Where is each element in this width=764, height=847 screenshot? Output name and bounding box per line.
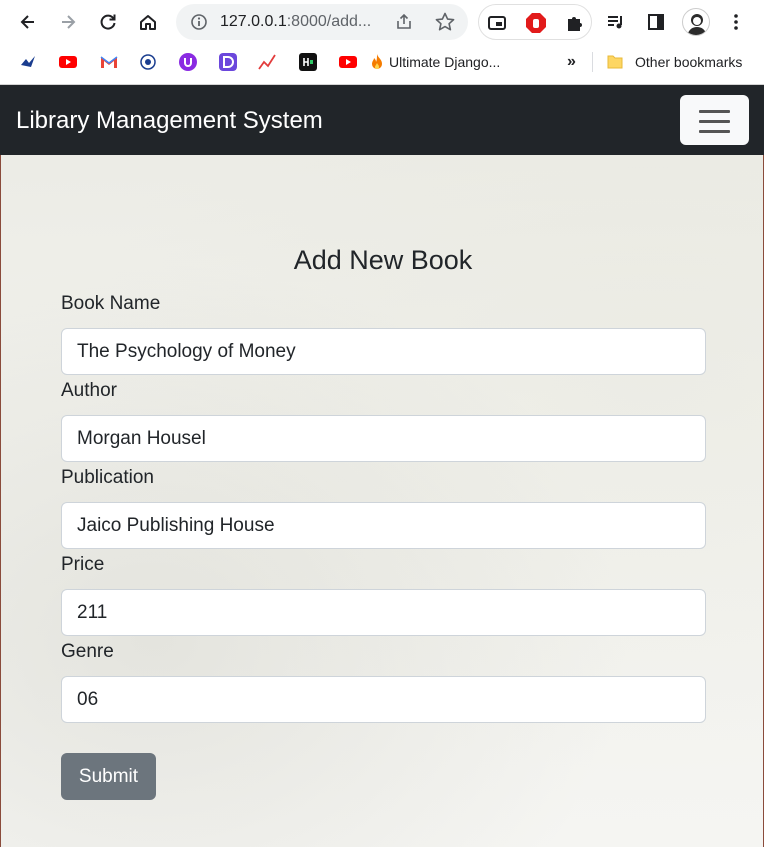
bookmark-item[interactable] bbox=[19, 51, 37, 73]
media-control-button[interactable] bbox=[600, 6, 632, 38]
gmail-icon bbox=[100, 56, 118, 68]
price-label: Price bbox=[61, 554, 105, 575]
side-panel-icon bbox=[648, 14, 664, 30]
site-icon bbox=[21, 56, 35, 67]
reload-button[interactable] bbox=[92, 6, 124, 38]
site-icon bbox=[140, 54, 156, 70]
bookmark-item[interactable] bbox=[59, 51, 77, 73]
share-icon[interactable] bbox=[394, 12, 414, 32]
youtube-icon bbox=[339, 56, 357, 68]
adblock-icon[interactable] bbox=[525, 12, 547, 34]
bookmark-item[interactable] bbox=[339, 51, 357, 73]
genre-label: Genre bbox=[61, 641, 114, 662]
forward-arrow-icon bbox=[62, 15, 76, 29]
bookmark-item[interactable] bbox=[258, 51, 276, 73]
folder-icon bbox=[607, 55, 623, 69]
reload-icon bbox=[100, 14, 116, 30]
address-bar[interactable]: 127.0.0.1:8000/add... bbox=[176, 4, 468, 40]
back-arrow-icon bbox=[20, 15, 34, 29]
profile-avatar[interactable] bbox=[682, 8, 710, 36]
genre-input[interactable] bbox=[61, 676, 706, 723]
navbar-brand[interactable]: Library Management System bbox=[16, 85, 323, 155]
publication-input[interactable] bbox=[61, 502, 706, 549]
kebab-menu-icon bbox=[734, 14, 738, 30]
picture-in-picture-icon[interactable] bbox=[487, 13, 507, 33]
media-queue-icon bbox=[608, 16, 622, 29]
bookmark-item[interactable] bbox=[139, 51, 157, 73]
hamburger-icon bbox=[699, 110, 730, 113]
bookmarks-divider bbox=[592, 52, 593, 72]
bookmark-item[interactable] bbox=[219, 51, 237, 73]
browser-chrome: 127.0.0.1:8000/add... Ultimate Django...… bbox=[0, 0, 764, 85]
submit-button[interactable]: Submit bbox=[61, 753, 156, 800]
url-host: 127.0.0.1 bbox=[220, 13, 287, 30]
bookmarks-bar: Ultimate Django... » Other bookmarks bbox=[0, 44, 764, 80]
price-input[interactable] bbox=[61, 589, 706, 636]
publication-label: Publication bbox=[61, 467, 154, 488]
book-name-label: Book Name bbox=[61, 293, 161, 314]
back-button[interactable] bbox=[12, 6, 44, 38]
extensions-puzzle-icon[interactable] bbox=[565, 13, 585, 33]
other-bookmarks-label: Other bookmarks bbox=[635, 54, 743, 70]
trend-icon bbox=[258, 54, 276, 70]
hamburger-icon bbox=[699, 120, 730, 123]
hamburger-icon bbox=[699, 130, 730, 133]
book-name-input[interactable] bbox=[61, 328, 706, 375]
navbar: Library Management System bbox=[0, 85, 764, 155]
forward-button[interactable] bbox=[52, 6, 84, 38]
bookmark-label: Ultimate Django... bbox=[389, 54, 501, 70]
home-icon bbox=[140, 15, 156, 30]
extensions-group bbox=[478, 4, 592, 40]
other-bookmarks-folder[interactable]: Other bookmarks bbox=[606, 51, 742, 73]
bookmark-item[interactable] bbox=[299, 51, 317, 73]
site-info-icon[interactable] bbox=[190, 13, 208, 31]
bookmark-ultimate-django[interactable]: Ultimate Django... bbox=[368, 51, 500, 73]
browser-menu-button[interactable] bbox=[720, 6, 752, 38]
site-icon bbox=[179, 53, 197, 71]
bookmark-star-icon[interactable] bbox=[434, 11, 456, 33]
url-text: 127.0.0.1:8000/add... bbox=[220, 4, 390, 40]
navbar-toggler-button[interactable] bbox=[680, 95, 749, 145]
main-content: Add New Book Book Name Author Publicatio… bbox=[0, 155, 764, 847]
more-bookmarks-button[interactable]: » bbox=[567, 51, 576, 73]
bookmark-item[interactable] bbox=[179, 51, 197, 73]
author-label: Author bbox=[61, 380, 117, 401]
home-button[interactable] bbox=[132, 6, 164, 38]
url-path: :8000/add... bbox=[286, 13, 372, 30]
youtube-icon bbox=[59, 56, 77, 68]
form-title: Add New Book bbox=[293, 245, 473, 275]
profile-avatar-icon bbox=[687, 14, 707, 35]
hackerrank-icon bbox=[299, 53, 317, 71]
author-input[interactable] bbox=[61, 415, 706, 462]
bookmark-item[interactable] bbox=[100, 51, 118, 73]
side-panel-button[interactable] bbox=[640, 6, 672, 38]
site-icon bbox=[219, 53, 237, 71]
browser-toolbar: 127.0.0.1:8000/add... bbox=[0, 0, 764, 44]
fire-icon bbox=[372, 54, 382, 69]
